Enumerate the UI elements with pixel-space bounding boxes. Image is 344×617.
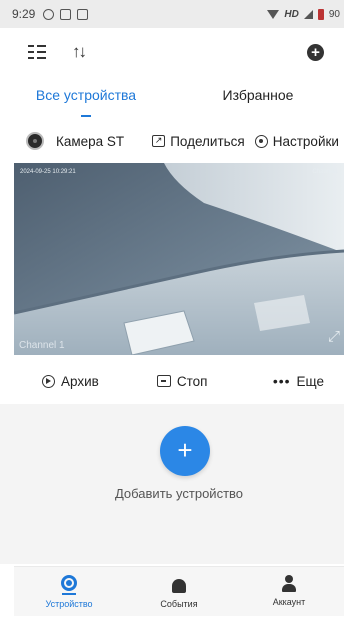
playback-actions: Архив Стоп ••• Еще [0,360,344,402]
osd-channel: Channel1 [312,169,338,175]
signal-icon [303,9,313,19]
nav-account-label: Аккаунт [272,597,306,607]
status-notification-icons [43,8,89,20]
nav-devices-label: Устройство [45,599,93,609]
app-notification-icon [60,8,72,20]
battery-icon [317,8,324,20]
nav-devices[interactable]: Устройство [14,567,124,616]
play-icon [42,374,55,388]
settings-label: Настройки [272,133,339,149]
device-tabs: Все устройства Избранное [0,78,344,120]
camera-icon [26,132,44,150]
active-indicator [62,593,76,595]
share-label: Поделиться [170,133,245,149]
video-feed[interactable]: 2024-09-25 10:29:21 Channel1 Channel 1 ⤢ [14,163,344,355]
more-button[interactable]: ••• Еще [273,373,324,389]
share-button[interactable]: ↗ Поделиться [152,134,245,149]
archive-label: Архив [61,373,99,389]
add-device-area: + Добавить устройство [14,404,344,564]
archive-button[interactable]: Архив [42,374,99,389]
camera-nav-icon [61,575,77,591]
more-label: Еще [296,373,324,389]
status-system-icons: HD 90 [267,8,340,20]
stop-icon [156,375,171,387]
camera-image [14,163,344,355]
nav-account[interactable]: Аккаунт [234,567,344,616]
settings-button[interactable]: Настройки [254,133,339,149]
gear-icon [254,134,268,148]
nav-events[interactable]: События [124,567,234,616]
wifi-icon [267,9,280,19]
alert-icon [43,8,55,20]
battery-level: 90 [328,8,340,20]
status-bar: 9:29 HD 90 [0,0,344,28]
status-time: 9:29 [12,7,36,21]
fullscreen-icon[interactable]: ⤢ [328,328,340,345]
gallery-notification-icon [77,8,89,20]
app-screen: 9:29 HD 90 ↑↓ + Все устройства Избранное… [0,0,344,617]
add-device-icon[interactable]: + [307,43,324,61]
user-icon [281,575,297,593]
tab-favorites[interactable]: Избранное [172,78,344,120]
stop-label: Стоп [176,373,208,389]
bottom-nav: Устройство События Аккаунт [14,566,344,616]
more-dots-icon: ••• [272,373,291,389]
nav-events-label: События [160,599,198,609]
channel-label: Channel 1 [19,340,65,351]
hd-label: HD [284,8,299,20]
add-device-button[interactable]: + [160,426,210,476]
sort-icon[interactable]: ↑↓ [72,42,87,62]
stop-button[interactable]: Стоп [156,373,208,389]
tab-all-devices[interactable]: Все устройства [0,78,172,120]
list-view-icon[interactable] [28,45,46,59]
osd-timestamp: 2024-09-25 10:29:21 [20,169,76,175]
alarm-icon [172,579,186,593]
share-icon: ↗ [152,135,166,147]
camera-name[interactable]: Камера ST [56,134,124,149]
add-device-label[interactable]: Добавить устройство [14,486,344,501]
toolbar: ↑↓ + [0,30,344,74]
content-margin [0,404,14,564]
camera-bar: Камера ST ↗ Поделиться Настройки [0,124,344,158]
